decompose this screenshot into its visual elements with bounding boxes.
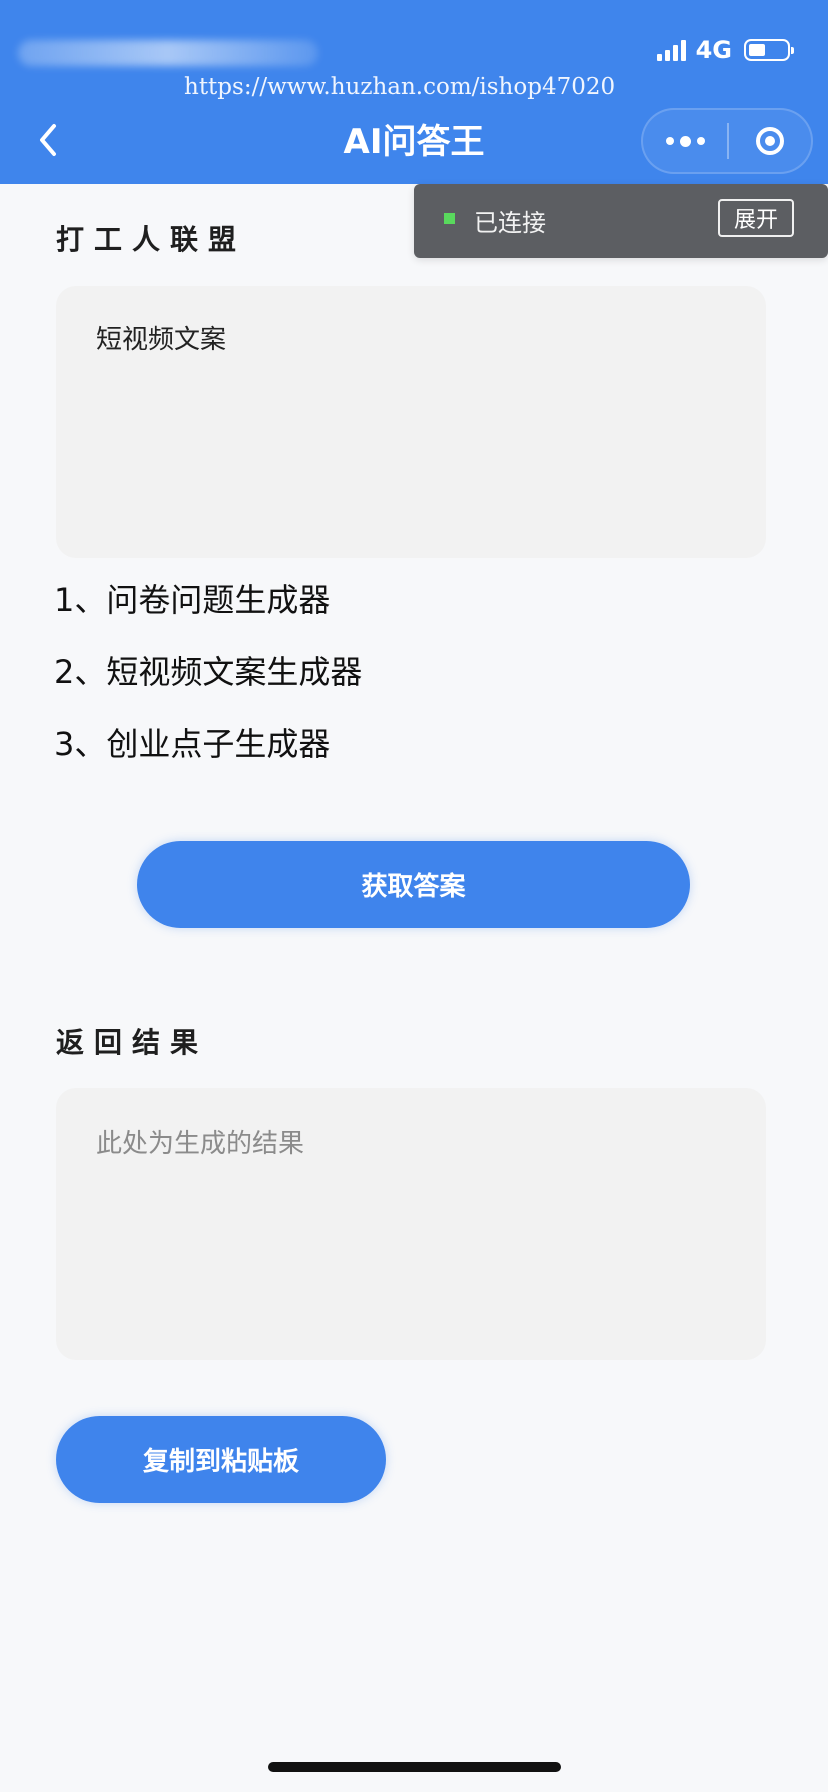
signal-icon xyxy=(656,39,686,61)
list-item: 3、创业点子生成器 xyxy=(54,725,331,763)
form-section-title: 打工人联盟 xyxy=(56,223,247,256)
blurred-status-text xyxy=(18,40,318,66)
list-item: 2、短视频文案生成器 xyxy=(54,653,363,691)
status-right-group: 4G xyxy=(656,36,794,64)
home-indicator xyxy=(268,1762,561,1772)
result-textarea[interactable]: 此处为生成的结果 xyxy=(56,1088,766,1360)
result-section-title: 返回结果 xyxy=(56,1026,209,1059)
question-input[interactable]: 短视频文案 xyxy=(56,286,766,558)
target-icon xyxy=(755,127,784,155)
list-item: 1、问卷问题生成器 xyxy=(54,581,331,619)
connection-popup: 已连接 展开 xyxy=(414,184,828,258)
more-dots-icon[interactable] xyxy=(643,110,727,172)
close-mini-program-button[interactable] xyxy=(729,110,811,172)
battery-icon xyxy=(744,39,794,61)
connection-status-text: 已连接 xyxy=(474,209,546,237)
mini-program-screen: 4G https://www.huzhan.com/ishop47020 AI问… xyxy=(0,0,828,1792)
network-type: 4G xyxy=(695,36,732,64)
expand-button[interactable]: 展开 xyxy=(718,199,794,237)
get-answer-button[interactable]: 获取答案 xyxy=(137,841,690,928)
mini-program-capsule xyxy=(641,108,813,174)
navigation-bar: AI问答王 xyxy=(0,104,828,176)
copy-to-clipboard-button[interactable]: 复制到粘贴板 xyxy=(56,1416,386,1503)
top-bar: 4G https://www.huzhan.com/ishop47020 AI问… xyxy=(0,0,828,184)
connection-status-dot xyxy=(444,213,455,224)
watermark-url: https://www.huzhan.com/ishop47020 xyxy=(184,74,616,100)
